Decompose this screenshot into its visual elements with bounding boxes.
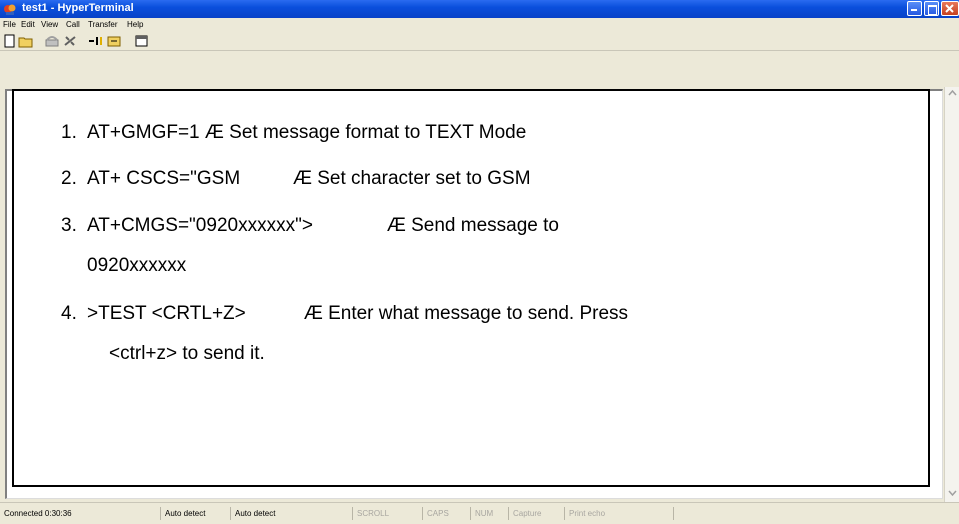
status-detect-2: Auto detect: [230, 507, 352, 520]
close-button[interactable]: [941, 1, 959, 16]
toolbar: [0, 32, 959, 51]
maximize-button[interactable]: [924, 1, 939, 16]
status-scroll: SCROLL: [352, 507, 422, 520]
line-number: 4.: [61, 303, 77, 324]
open-icon[interactable]: [18, 34, 34, 48]
line-text: AT+GMGF=1 Æ Set message format to TEXT M…: [87, 122, 527, 143]
hyperterminal-icon: [4, 4, 16, 15]
minimize-button[interactable]: [907, 1, 922, 16]
status-num: NUM: [470, 507, 508, 520]
status-capture: Capture: [508, 507, 564, 520]
send-icon[interactable]: [88, 34, 104, 48]
menu-view[interactable]: View: [41, 20, 58, 29]
line-text: AT+ CSCS="GSM Æ Set character set to GSM: [87, 168, 531, 189]
status-print-echo: Print echo: [564, 507, 674, 520]
maximize-icon: [928, 5, 937, 15]
line-text: AT+CMGS="0920xxxxxx"> Æ Send message to: [87, 215, 559, 236]
scroll-up-icon[interactable]: [945, 87, 959, 99]
line-text: >TEST <CRTL+Z> Æ Enter what message to s…: [87, 303, 629, 324]
menu-file[interactable]: File: [3, 20, 16, 29]
call-icon[interactable]: [44, 34, 60, 48]
close-icon: [945, 4, 954, 13]
line-text: 0920xxxxxx: [87, 255, 187, 276]
line-number: 2.: [61, 168, 77, 189]
minimize-icon: [911, 9, 917, 11]
status-bar: Connected 0:30:36 Auto detect Auto detec…: [0, 502, 959, 524]
menu-transfer[interactable]: Transfer: [88, 20, 118, 29]
vertical-scrollbar[interactable]: [944, 87, 959, 502]
menu-bar: File Edit View Call Transfer Help: [0, 18, 959, 32]
menu-call[interactable]: Call: [66, 20, 80, 29]
status-caps: CAPS: [422, 507, 470, 520]
menu-edit[interactable]: Edit: [21, 20, 35, 29]
status-connected: Connected 0:30:36: [4, 509, 72, 518]
line-number: 1.: [61, 122, 77, 143]
window-title: test1 - HyperTerminal: [22, 2, 134, 14]
scroll-down-icon[interactable]: [945, 487, 959, 499]
menu-help[interactable]: Help: [127, 20, 143, 29]
properties-icon[interactable]: [134, 34, 150, 48]
line-text: <ctrl+z> to send it.: [109, 343, 265, 364]
title-bar[interactable]: test1 - HyperTerminal: [0, 0, 959, 18]
line-number: 3.: [61, 215, 77, 236]
disconnect-icon[interactable]: [62, 34, 78, 48]
new-icon[interactable]: [2, 34, 18, 48]
status-detect-1: Auto detect: [160, 507, 230, 520]
terminal-content: 1. AT+GMGF=1 Æ Set message format to TEX…: [12, 89, 930, 487]
receive-icon[interactable]: [106, 34, 122, 48]
